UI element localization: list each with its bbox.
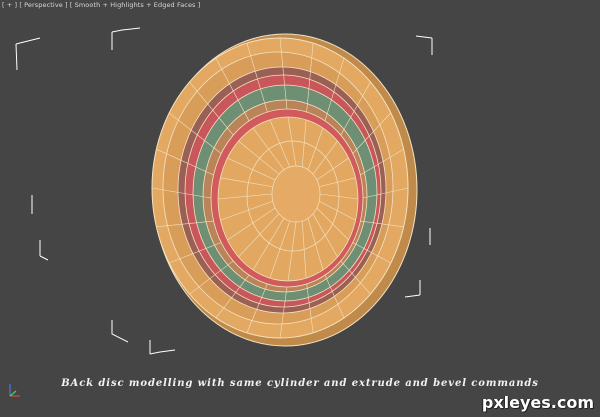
- caption-text: BAck disc modelling with same cylinder a…: [61, 378, 539, 389]
- disc-model[interactable]: [151, 33, 418, 347]
- 3d-viewport[interactable]: [ + ] [ Perspective ] [ Smooth + Highlig…: [0, 0, 600, 417]
- viewport-scene[interactable]: [0, 0, 600, 417]
- watermark-logo: pxleyes.com: [481, 393, 594, 412]
- disc-center-hub: [271, 165, 321, 223]
